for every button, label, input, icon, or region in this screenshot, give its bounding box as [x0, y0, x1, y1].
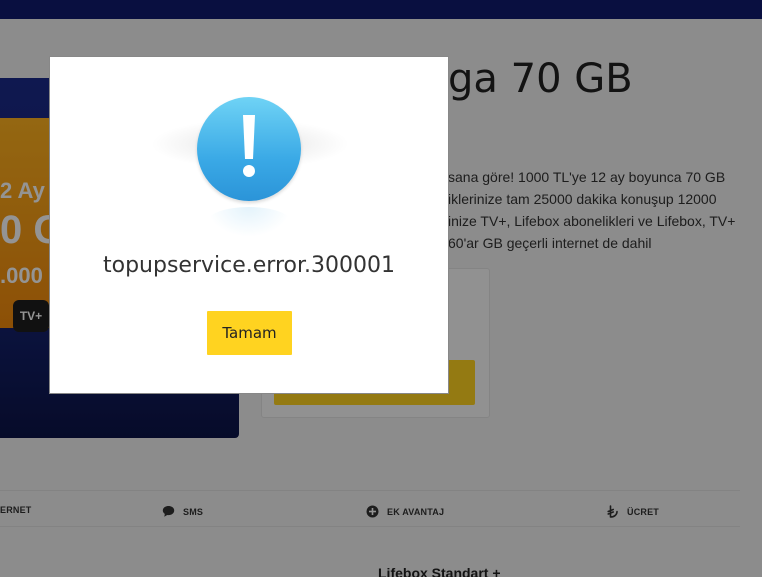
error-message: topupservice.error.300001 [103, 253, 395, 278]
exclamation-icon [197, 97, 301, 201]
icon-reflection [207, 207, 291, 237]
error-dialog: topupservice.error.300001 Tamam [49, 56, 449, 394]
ok-button[interactable]: Tamam [207, 311, 292, 355]
exclamation-glyph [243, 115, 255, 177]
